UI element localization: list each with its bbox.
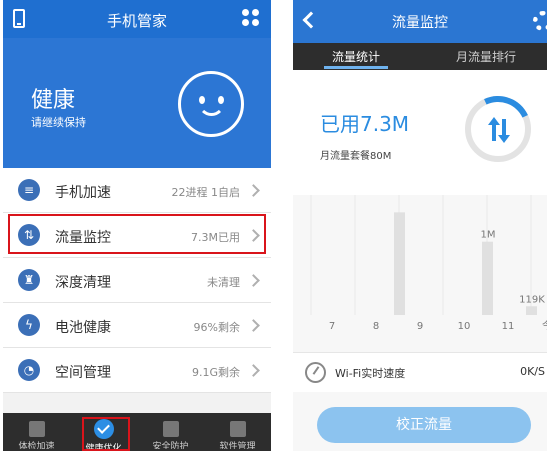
chart-tick-label: 9 — [417, 321, 423, 332]
active-tab-indicator — [324, 66, 388, 69]
box-icon — [229, 421, 246, 437]
pie-icon: ◔ — [18, 359, 40, 381]
tab-software[interactable]: 软件管理 — [204, 413, 271, 451]
speed-label: Wi-Fi实时速度 — [335, 367, 406, 380]
speedometer-icon — [305, 362, 326, 383]
tab-label: 体检加速 — [18, 442, 55, 449]
used-amount: 已用7.3M — [320, 112, 410, 136]
tab-checkup[interactable]: 体检加速 — [3, 413, 70, 451]
traffic-arrows-icon — [487, 117, 511, 143]
chevron-right-icon — [247, 319, 260, 332]
search-icon — [28, 421, 45, 437]
phone-manager-screen: 手机管家 健康 请继续保持 ≡ 手机加速 22进程 1自启 ⇅ 流量监控 7.3… — [3, 0, 271, 451]
list-item-deep-clean[interactable]: ♜ 深度清理 未清理 — [3, 258, 271, 303]
app-title: 手机管家 — [106, 12, 167, 30]
top-bar: 流量监控 — [293, 0, 547, 43]
traffic-item-highlight-box — [8, 214, 266, 254]
optimize-tab-highlight-box — [82, 417, 130, 451]
chart-tick-label: 8 — [373, 321, 379, 332]
chevron-right-icon — [247, 364, 260, 377]
chart-tick-label: 今日 — [542, 319, 547, 332]
chart-tick-label: 11 — [502, 321, 515, 332]
chart-tick-label: 10 — [458, 321, 471, 332]
tab-label: 软件管理 — [219, 442, 256, 449]
chart-bar — [526, 306, 537, 315]
chart-data-label: 1M — [481, 230, 496, 241]
tab-monthly-ranking[interactable]: 月流量排行 — [456, 48, 516, 65]
screenshot-stage: 手机管家 健康 请继续保持 ≡ 手机加速 22进程 1自启 ⇅ 流量监控 7.3… — [0, 0, 547, 451]
speed-value: 0K/S — [520, 365, 545, 378]
bottom-tab-bar: 体检加速 健康优化 安全防护 软件管理 — [3, 413, 271, 451]
chevron-right-icon — [247, 274, 260, 287]
chart-data-label: 119K — [519, 294, 545, 305]
screen-title: 流量监控 — [392, 15, 448, 31]
usage-summary: 已用7.3M 月流量套餐80M — [293, 70, 547, 195]
list-item-speedup[interactable]: ≡ 手机加速 22进程 1自启 — [3, 168, 271, 213]
list-item-label: 空间管理 — [55, 365, 111, 381]
chart-bar — [394, 212, 405, 315]
feature-list: ≡ 手机加速 22进程 1自启 ⇅ 流量监控 7.3M已用 ♜ 深度清理 未清理… — [3, 168, 271, 393]
daily-traffic-chart: 7 8 9 1M 10 119K 11 今日 — [293, 195, 547, 335]
traffic-monitor-screen: 流量监控 流量统计 月流量排行 已用7.3M 月流量套餐80M 7 8 9 1M 10 1… — [293, 0, 547, 451]
chart-bar — [482, 241, 493, 315]
list-item-value: 96%剩余 — [193, 321, 240, 334]
wifi-speed-row: Wi-Fi实时速度 0K/S — [293, 352, 547, 392]
list-item-label: 电池健康 — [55, 320, 111, 336]
list-item-label: 手机加速 — [55, 185, 111, 201]
gear-icon[interactable] — [533, 11, 547, 31]
list-item-storage[interactable]: ◔ 空间管理 9.1G剩余 — [3, 348, 271, 393]
list-icon: ≡ — [18, 179, 40, 201]
chart-svg: 7 8 9 1M 10 119K 11 今日 — [310, 195, 547, 332]
broom-icon: ♜ — [18, 269, 40, 291]
list-item-value: 9.1G剩余 — [191, 366, 240, 379]
tab-label: 安全防护 — [152, 442, 189, 449]
list-item-value: 未清理 — [207, 276, 240, 289]
list-item-label: 深度清理 — [55, 275, 111, 291]
top-bar: 手机管家 — [3, 0, 271, 38]
monthly-plan: 月流量套餐80M — [320, 151, 392, 162]
tab-security[interactable]: 安全防护 — [137, 413, 204, 451]
menu-grid-icon[interactable] — [242, 9, 260, 27]
calibrate-button[interactable]: 校正流量 — [317, 407, 531, 443]
health-status: 健康 — [31, 88, 76, 113]
chevron-right-icon — [247, 184, 260, 197]
list-item-value: 22进程 1自启 — [171, 186, 241, 199]
smiley-icon — [178, 71, 244, 137]
list-item-battery[interactable]: ϟ 电池健康 96%剩余 — [3, 303, 271, 348]
health-subtitle: 请继续保持 — [31, 116, 86, 129]
shield-icon — [162, 421, 179, 437]
lightning-icon: ϟ — [18, 314, 40, 336]
tab-traffic-stats[interactable]: 流量统计 — [332, 48, 380, 65]
health-hero: 健康 请继续保持 — [3, 38, 271, 168]
chart-tick-label: 7 — [329, 321, 335, 332]
